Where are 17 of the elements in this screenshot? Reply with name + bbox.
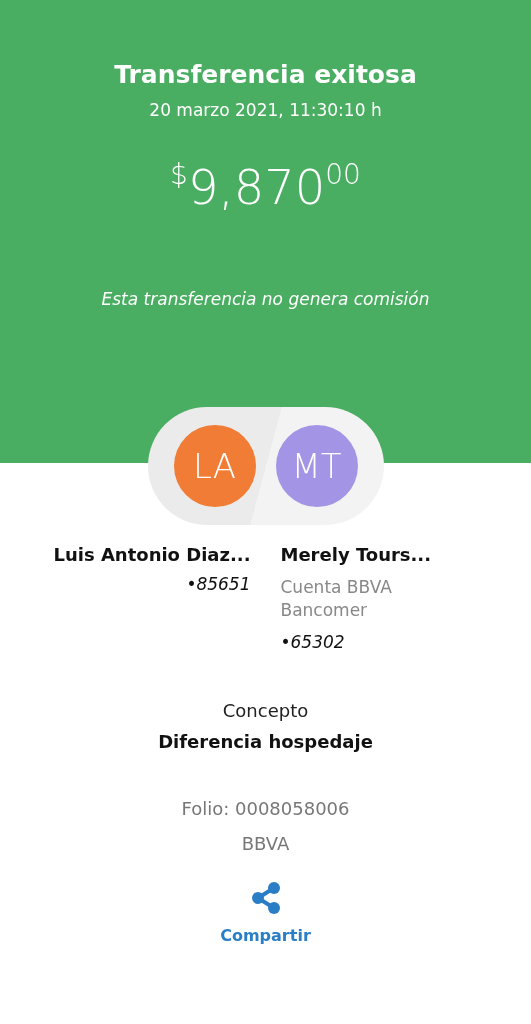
party-name: Merely Tours...: [280, 543, 432, 567]
title: Transferencia exitosa: [113, 59, 418, 91]
bank-account-type: Cuenta BBVA Bancomer: [280, 576, 393, 622]
date-time: 20 marzo 2021, 11:30:10 h: [148, 98, 383, 122]
concept-label: Concepto: [221, 699, 310, 724]
party-name: Luis Antonio Diaz...: [53, 543, 251, 567]
share-icon[interactable]: [249, 881, 282, 916]
commission-note: Esta transferencia no genera comisión: [100, 288, 431, 311]
account-number: •85651: [186, 573, 251, 596]
bank-name: BBVA: [240, 832, 291, 857]
account-number: •65302: [280, 630, 345, 654]
avatar: LA: [173, 425, 256, 507]
folio-text: Folio: 0008058006: [180, 797, 351, 822]
amount: $^{$}$9,870$^{00}$: [169, 163, 362, 211]
concept-value: Diferencia hospedaje: [157, 730, 374, 755]
avatar: MT: [275, 425, 358, 507]
share-button[interactable]: Compartir: [214, 923, 317, 950]
